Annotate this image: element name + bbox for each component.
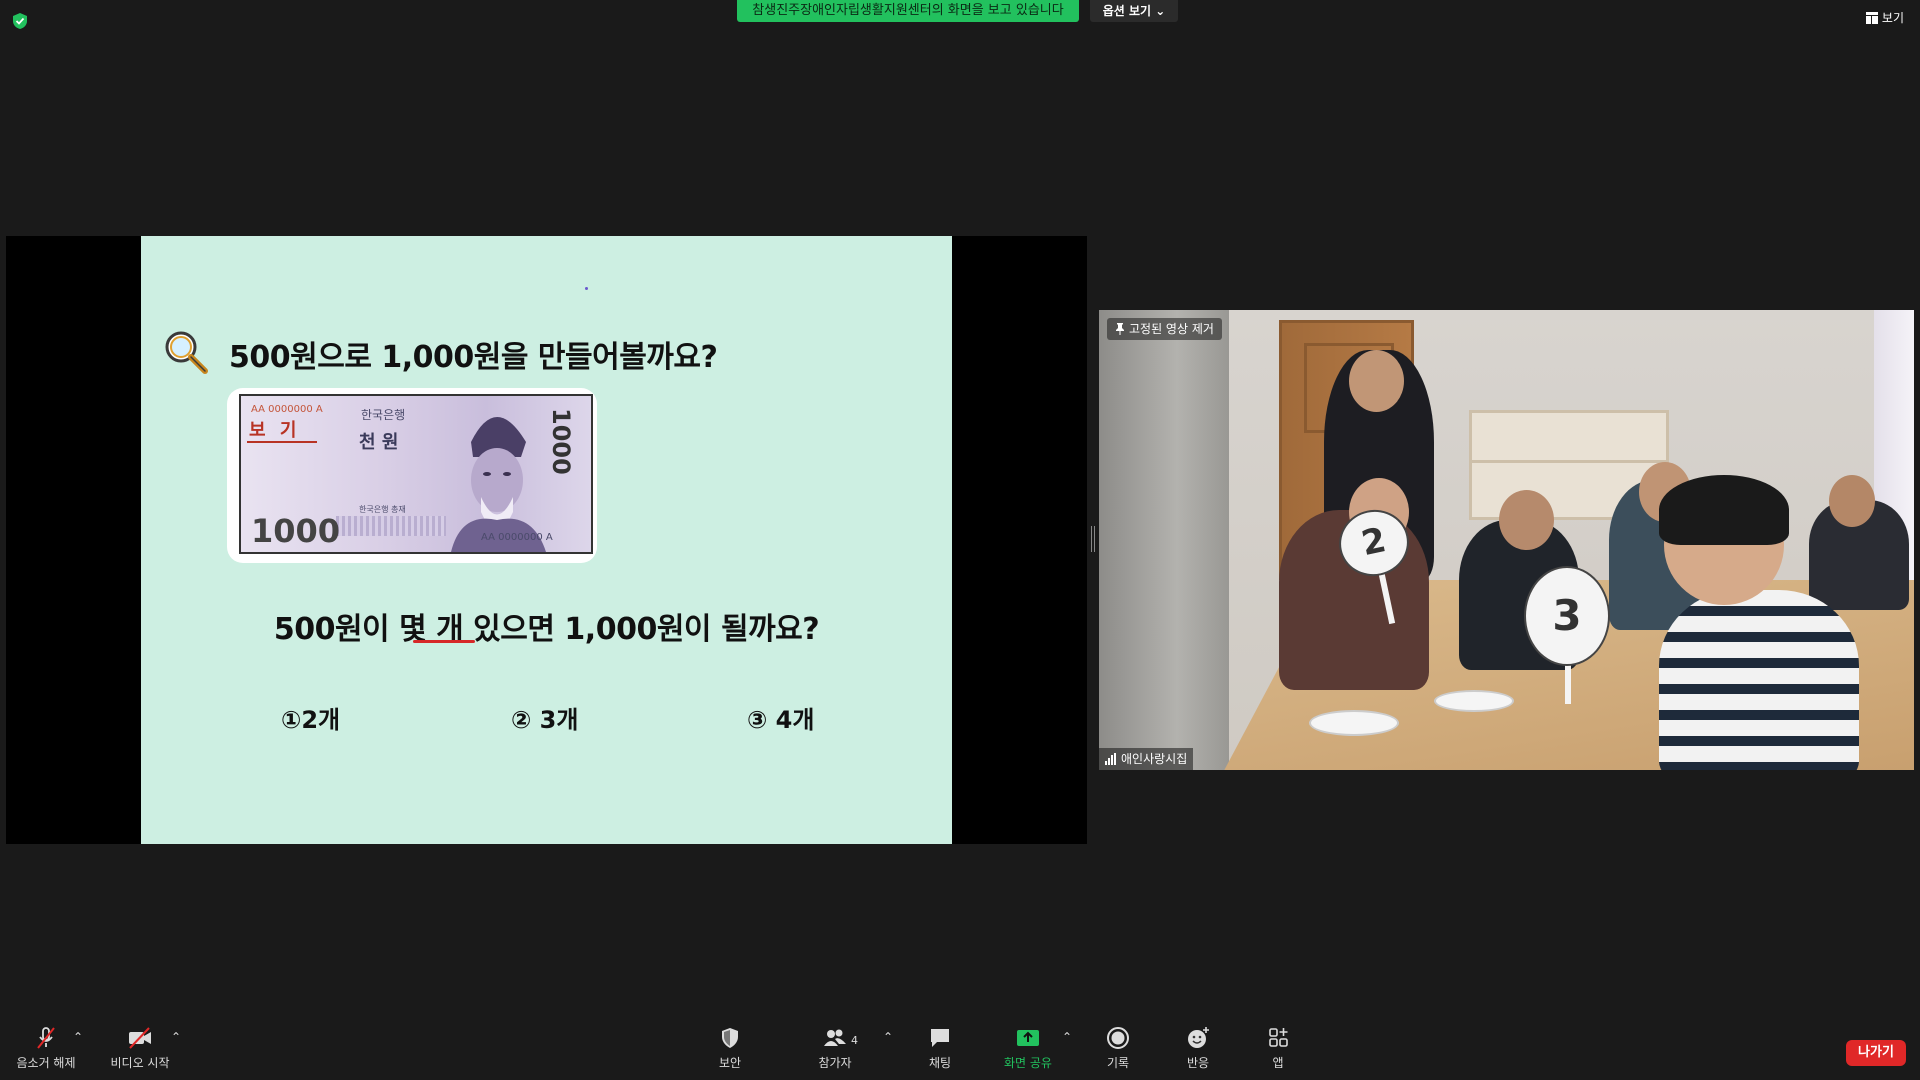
bill-serial: AA 0000000 A xyxy=(251,404,323,415)
magnifier-icon xyxy=(165,331,208,374)
reactions-button[interactable]: 반응 xyxy=(1173,1026,1223,1076)
unmute-button[interactable]: 음소거 해제 xyxy=(12,1026,80,1076)
answer-option-3: ③ 4개 xyxy=(747,706,815,734)
video-person-head xyxy=(1349,350,1404,412)
video-plate xyxy=(1309,710,1399,736)
microphone-muted-icon xyxy=(37,1027,55,1049)
bill-number-vertical: 1000 xyxy=(547,408,575,475)
bill-issuer: 한국은행 총재 xyxy=(359,505,406,514)
presentation-slide: 500원으로 1,000원을 만들어볼까요? AA 0000000 A 보 기 … xyxy=(141,236,952,844)
video-shelf-line xyxy=(1469,460,1669,463)
share-screen-label: 화면 공유 xyxy=(1004,1056,1052,1070)
banknote: AA 0000000 A 보 기 한국은행 천 원 한국은행 총재 1000 1… xyxy=(239,394,593,554)
answer-option-1: ①2개 xyxy=(281,706,341,734)
apps-button[interactable]: 앱 xyxy=(1253,1026,1303,1076)
answer-paddle-3: 3 xyxy=(1524,566,1610,666)
view-button-label: 보기 xyxy=(1881,11,1904,25)
video-person-head xyxy=(1499,490,1554,550)
pin-icon xyxy=(1116,323,1124,335)
apps-icon xyxy=(1269,1028,1288,1047)
pin-label-text: 고정된 영상 제거 xyxy=(1129,322,1214,336)
share-screen-icon xyxy=(1017,1030,1039,1046)
audio-options-caret[interactable]: ⌃ xyxy=(73,1030,83,1044)
video-person-head xyxy=(1829,475,1875,527)
leave-meeting-button[interactable]: 나가기 xyxy=(1846,1040,1906,1066)
grid-view-icon xyxy=(1865,12,1878,24)
video-camera-off-icon xyxy=(129,1027,151,1049)
question-underline xyxy=(413,640,475,643)
video-plate xyxy=(1434,690,1514,712)
bill-bank-name: 한국은행 xyxy=(361,408,406,422)
bill-example-label: 보 기 xyxy=(249,420,301,441)
unmute-label: 음소거 해제 xyxy=(16,1056,76,1070)
record-button[interactable]: 기록 xyxy=(1093,1026,1143,1076)
remove-pinned-video-button[interactable]: 고정된 영상 제거 xyxy=(1107,318,1222,340)
pinned-video-tile[interactable]: 2 3 고정된 영상 제거 애인사랑시집 xyxy=(1099,310,1914,770)
bill-portrait xyxy=(451,417,546,552)
security-shield-icon[interactable] xyxy=(12,12,28,30)
meeting-toolbar: 음소거 해제 ⌃ 비디오 시작 ⌃ 보안 참가자 4 ⌃ 채팅 화면 공유 ⌃ … xyxy=(0,1020,1920,1080)
slide-dot xyxy=(585,287,588,290)
slide-title: 500원으로 1,000원을 만들어볼까요? xyxy=(229,340,718,375)
video-cabinet xyxy=(1099,310,1229,770)
chat-label: 채팅 xyxy=(928,1056,952,1070)
screen-share-banner: 참생진주장애인자립생활지원센터의 화면을 보고 있습니다 xyxy=(737,0,1079,22)
video-options-caret[interactable]: ⌃ xyxy=(171,1030,181,1044)
participant-name-label: 애인사랑시집 xyxy=(1099,748,1194,770)
answer-option-2: ② 3개 xyxy=(511,706,579,734)
slide-question: 500원이 몇 개 있으면 1,000원이 될까요? xyxy=(273,612,820,647)
video-person-hair xyxy=(1659,475,1789,545)
banknote-image: AA 0000000 A 보 기 한국은행 천 원 한국은행 총재 1000 1… xyxy=(227,388,597,563)
record-label: 기록 xyxy=(1106,1056,1130,1070)
bill-example-line xyxy=(247,441,317,443)
bill-stripe xyxy=(336,516,446,536)
apps-label: 앱 xyxy=(1272,1056,1284,1070)
view-options-button[interactable]: 옵션 보기 ⌄ xyxy=(1090,0,1178,22)
split-view-resize-handle[interactable] xyxy=(1091,526,1095,552)
share-screen-button[interactable]: 화면 공유 xyxy=(997,1026,1059,1076)
security-label: 보안 xyxy=(718,1056,742,1070)
chat-bubble-icon xyxy=(931,1029,949,1047)
shared-screen: 500원으로 1,000원을 만들어볼까요? AA 0000000 A 보 기 … xyxy=(6,236,1087,844)
paddle-stick xyxy=(1565,664,1571,704)
bill-serial-bottom: AA 0000000 A xyxy=(481,532,553,543)
emoji-icon xyxy=(1188,1027,1209,1048)
participants-icon xyxy=(824,1029,846,1046)
record-icon xyxy=(1107,1027,1129,1049)
participants-options-caret[interactable]: ⌃ xyxy=(883,1030,893,1044)
bill-denomination-name: 천 원 xyxy=(359,432,399,453)
view-button[interactable]: 보기 xyxy=(1865,8,1904,28)
chat-button[interactable]: 채팅 xyxy=(915,1026,965,1076)
video-person xyxy=(1659,590,1859,770)
participants-count: 4 xyxy=(851,1034,858,1047)
shield-icon xyxy=(722,1028,738,1048)
security-button[interactable]: 보안 xyxy=(705,1026,755,1076)
reactions-label: 반응 xyxy=(1186,1056,1210,1070)
share-options-caret[interactable]: ⌃ xyxy=(1062,1030,1072,1044)
signal-strength-icon xyxy=(1105,753,1116,765)
bill-number: 1000 xyxy=(251,512,341,550)
start-video-label: 비디오 시작 xyxy=(110,1056,170,1070)
participant-name: 애인사랑시집 xyxy=(1121,752,1188,766)
start-video-button[interactable]: 비디오 시작 xyxy=(106,1026,174,1076)
participants-label: 참가자 xyxy=(818,1056,852,1070)
